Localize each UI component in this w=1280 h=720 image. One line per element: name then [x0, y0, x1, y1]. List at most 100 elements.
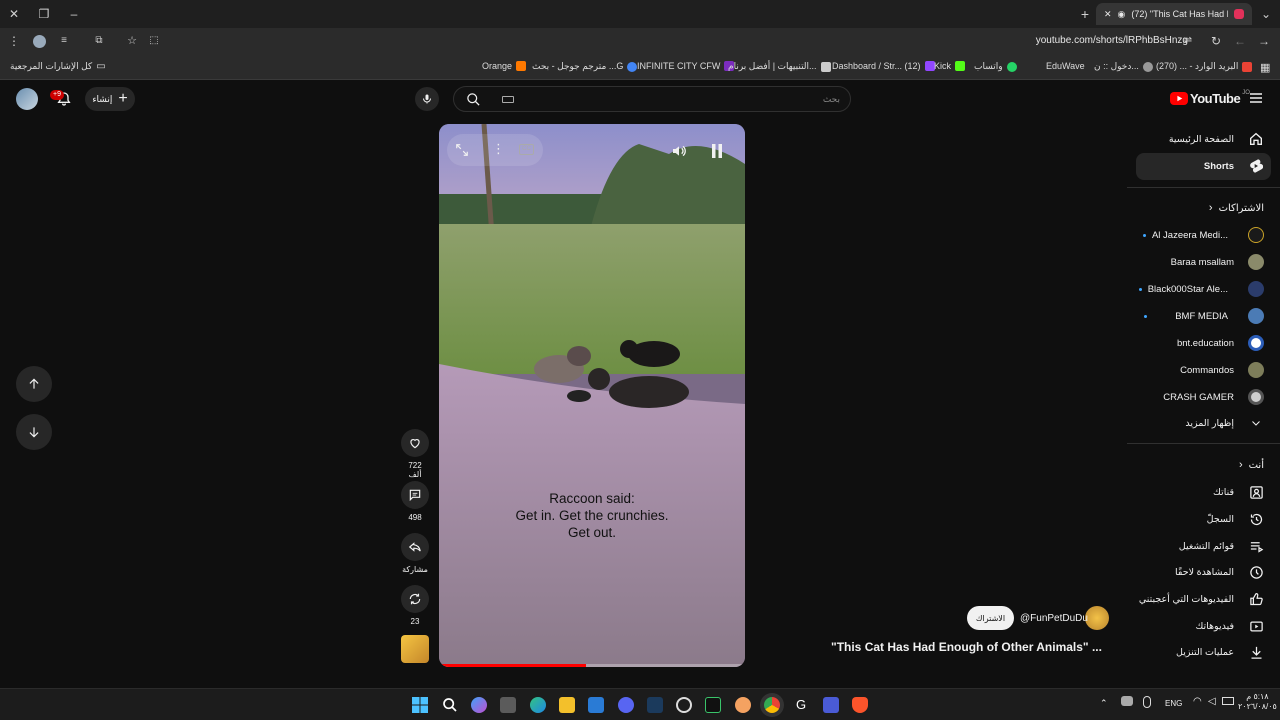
sidebar-item-history[interactable]: السجلّ [1207, 507, 1264, 531]
sidebar-item-subscription[interactable]: Black000Star Ale... [1138, 277, 1264, 301]
tab-close-icon[interactable]: ✕ [1104, 9, 1112, 20]
extensions-icon[interactable]: ⧉ [91, 33, 107, 49]
wifi-icon[interactable]: ◠ [1193, 696, 1202, 707]
bookmark-item[interactable]: دخول :: ن... [1094, 61, 1153, 72]
youtube-logo[interactable]: YouTube JO [1170, 90, 1250, 106]
sidebar-item-subscription[interactable]: Commandos [1180, 358, 1264, 382]
sidebar-item-watch-later[interactable]: المشاهدة لاحقًا [1175, 560, 1264, 584]
sidebar-item-show-more[interactable]: إظهار المزيد [1185, 411, 1264, 435]
browser-tab-active[interactable]: ✕ ◉ (72) "This Cat Has Had Eno... [1096, 3, 1252, 25]
next-short-button[interactable] [16, 414, 52, 450]
taskbar-search-icon[interactable] [442, 697, 458, 713]
bookmark-item[interactable]: مترجم جوجل - بحث ...G [532, 61, 638, 72]
url-field[interactable]: youtube.com/shorts/lRPhbBsHnzg [1036, 35, 1188, 46]
discord-icon[interactable] [618, 697, 634, 713]
close-window-icon[interactable]: ✕ [6, 6, 22, 22]
sidebar-item-subscription[interactable]: Al Jazeera Medi... [1142, 223, 1264, 247]
share-page-icon[interactable]: ⬚ [146, 33, 162, 49]
vpn-icon[interactable] [823, 697, 839, 713]
sidebar-item-subscription[interactable]: BMF MEDIA [1144, 304, 1264, 328]
fullscreen-icon[interactable] [455, 143, 469, 157]
bookmark-item[interactable]: التنبيهات | أفضل برنام... [728, 61, 831, 72]
comments-button[interactable] [401, 481, 429, 509]
like-action[interactable]: 722 ألف [401, 429, 429, 479]
bookmark-star-icon[interactable]: ☆ [124, 33, 140, 49]
forward-icon[interactable]: ← [1232, 33, 1248, 49]
new-tab-icon[interactable]: + [1077, 6, 1093, 22]
search-icon[interactable] [466, 92, 481, 107]
restore-window-icon[interactable]: ❐ [36, 6, 52, 22]
you-section-header[interactable]: › أنت [1239, 453, 1264, 477]
pause-icon[interactable] [711, 144, 723, 158]
app-icon[interactable] [735, 697, 751, 713]
edge-icon[interactable] [530, 697, 546, 713]
brave-icon[interactable] [852, 697, 868, 713]
task-view-icon[interactable] [500, 697, 516, 713]
search-box[interactable]: بحث [453, 86, 851, 112]
sidebar-item-downloads[interactable]: عمليات التنزيل [1176, 640, 1264, 664]
bookmark-item[interactable]: INFINITE CITY CFW [637, 61, 735, 71]
remix-action[interactable]: 23 [401, 585, 429, 626]
progress-track[interactable] [439, 664, 745, 667]
language-indicator[interactable]: ENG [1165, 699, 1182, 708]
comments-action[interactable]: 498 [401, 481, 429, 522]
more-options-icon[interactable]: ⋮ [492, 142, 505, 156]
minimize-window-icon[interactable]: – [66, 6, 82, 22]
sidebar-item-your-channel[interactable]: قناتك [1213, 480, 1264, 504]
sidebar-item-subscription[interactable]: CRASH GAMER [1163, 385, 1264, 409]
bookmark-item[interactable]: واتساب [974, 61, 1017, 72]
sidebar-item-subscription[interactable]: Baraa msallam [1171, 250, 1264, 274]
google-icon[interactable]: G [793, 697, 809, 713]
create-button[interactable]: إنشاء + [85, 87, 135, 111]
like-button[interactable] [401, 429, 429, 457]
channel-handle[interactable]: @FunPetDuDu [1020, 613, 1088, 624]
voice-search-button[interactable] [415, 87, 439, 111]
tray-app-icon[interactable] [1121, 696, 1133, 706]
profile-avatar-icon[interactable] [33, 35, 46, 48]
captions-icon[interactable]: CC [519, 144, 534, 155]
sidebar-item-your-videos[interactable]: فيديوهاتك [1195, 614, 1264, 638]
speaker-icon[interactable]: ◁ [1208, 696, 1216, 707]
search-input[interactable]: بحث [823, 94, 840, 105]
reading-list-icon[interactable]: ≡ [56, 33, 72, 49]
subscriptions-header[interactable]: › الاشتراكات [1209, 196, 1264, 220]
sidebar-item-liked-videos[interactable]: الفيديوهات التي أعجبتني [1139, 587, 1264, 611]
chrome-icon[interactable] [764, 697, 780, 713]
guide-menu-icon[interactable] [1250, 93, 1262, 103]
microphone-tray-icon[interactable] [1143, 696, 1151, 708]
sidebar-item-shorts[interactable]: Shorts [1204, 154, 1264, 178]
channel-avatar[interactable] [1085, 606, 1109, 630]
sidebar-item-subscription[interactable]: bnt.education [1177, 331, 1264, 355]
menu-icon[interactable]: ⋮ [6, 33, 22, 49]
short-video-player[interactable]: ⋮ CC Raccoon said: Get in. Get the crunc… [439, 124, 745, 667]
subscribe-button[interactable]: الاشتراك [967, 606, 1014, 630]
site-settings-icon[interactable]: ⇌ [1180, 33, 1196, 49]
share-action[interactable]: مشاركة [401, 533, 429, 574]
windows-start-icon[interactable] [412, 697, 428, 713]
steam-icon[interactable] [647, 697, 663, 713]
file-explorer-icon[interactable] [559, 697, 575, 713]
bookmark-item[interactable]: البريد الوارد - ... (270) [1156, 61, 1253, 72]
tray-overflow-icon[interactable]: ⌃ [1100, 698, 1108, 709]
terminal-icon[interactable] [705, 697, 721, 713]
clock[interactable]: ٥:١٨ م ٢٠٢٦/٠٨/٠٥ [1238, 692, 1277, 712]
all-bookmarks-button[interactable]: كل الإشارات المرجعية ▭ [10, 61, 106, 72]
sidebar-item-home[interactable]: الصفحة الرئيسية [1169, 127, 1264, 151]
previous-short-button[interactable] [16, 366, 52, 402]
apps-grid-icon[interactable]: ▦ [1260, 61, 1270, 74]
volume-icon[interactable] [671, 143, 687, 159]
bookmark-item[interactable]: EduWave [1046, 61, 1085, 71]
mail-icon[interactable] [588, 697, 604, 713]
sound-thumbnail[interactable] [401, 635, 429, 663]
share-button[interactable] [401, 533, 429, 561]
remix-button[interactable] [401, 585, 429, 613]
keyboard-icon[interactable] [502, 96, 514, 103]
reload-icon[interactable]: ↻ [1208, 33, 1224, 49]
account-avatar[interactable] [16, 88, 38, 110]
short-title[interactable]: "This Cat Has Had Enough of Other Animal… [831, 640, 1102, 654]
bookmark-item[interactable]: Kick [934, 61, 966, 71]
github-icon[interactable] [676, 697, 692, 713]
copilot-icon[interactable] [471, 697, 487, 713]
bookmark-item[interactable]: Orange [482, 61, 527, 71]
bookmark-item[interactable]: Dashboard / Str... (12) [832, 61, 935, 71]
